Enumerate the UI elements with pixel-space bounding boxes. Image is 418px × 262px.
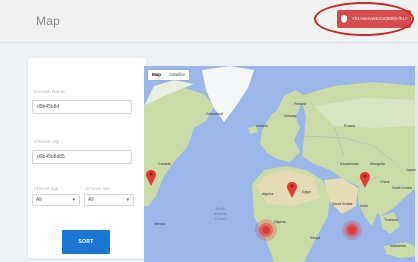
server-error-alert[interactable]: <h1>ServerError(500)</h1>: [337, 10, 411, 28]
sex-select[interactable]: All ▾: [84, 194, 134, 206]
header-bar: Map <h1>ServerError(500)</h1>: [0, 0, 418, 43]
map-pin-icon[interactable]: [146, 170, 156, 186]
map-pin-icon[interactable]: [287, 182, 297, 198]
city-input[interactable]: d9b45b8d85: [32, 150, 132, 164]
filter-panel: Domain Name d9b45b8d Choose city d9b45b8…: [28, 58, 146, 258]
app-frame: Map <h1>ServerError(500)</h1> Domain Nam…: [0, 0, 418, 262]
marker-cluster-icon[interactable]: [255, 219, 277, 241]
world-map[interactable]: Map Satellite North Atlantic Ocean Green…: [144, 66, 418, 262]
age-select-value: All: [36, 197, 42, 203]
city-label: Choose city: [34, 140, 60, 145]
sort-button[interactable]: SORT: [62, 230, 110, 254]
sex-select-value: All: [88, 197, 94, 203]
map-pin-icon[interactable]: [360, 172, 370, 188]
marker-cluster-icon[interactable]: [342, 220, 362, 240]
page-title: Map: [36, 14, 60, 28]
domain-label: Domain Name: [34, 90, 65, 95]
sex-label: Choose sex: [86, 186, 110, 191]
shield-icon: [339, 10, 349, 28]
age-select[interactable]: All ▾: [32, 194, 80, 206]
chevron-down-icon: ▾: [126, 197, 129, 203]
chevron-down-icon: ▾: [72, 197, 75, 203]
marker-layer: [146, 170, 370, 241]
age-label: Choose age: [34, 186, 59, 191]
domain-input[interactable]: d9b45b8d: [32, 100, 132, 114]
alert-text: <h1>ServerError(500)</h1>: [352, 16, 408, 21]
